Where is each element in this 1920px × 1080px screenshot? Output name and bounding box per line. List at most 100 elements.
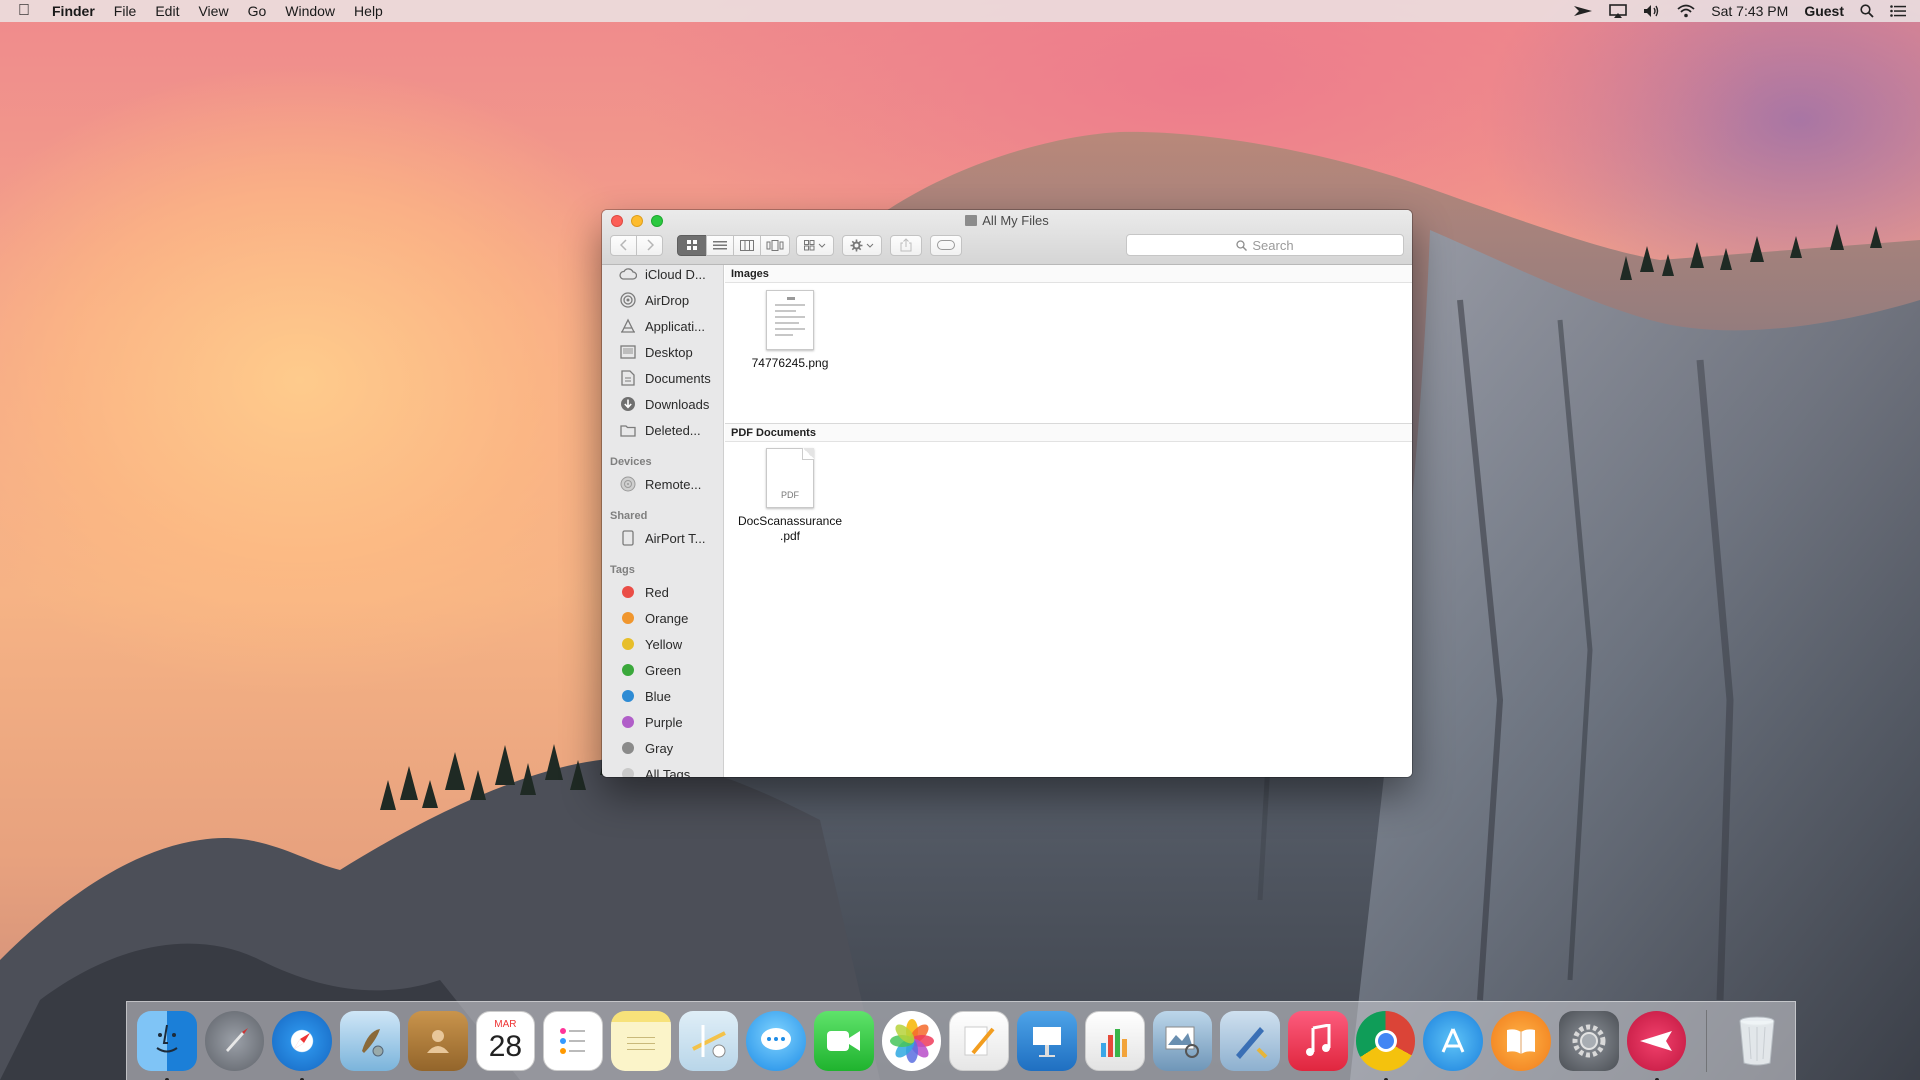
- icon-view-button[interactable]: [677, 234, 707, 256]
- menu-finder[interactable]: Finder: [52, 3, 95, 19]
- pdf-section: PDF Documents PDF DocScanassurance .pdf: [725, 424, 1412, 543]
- desktop-icon: [619, 344, 637, 360]
- sidebar-header-tags[interactable]: Tags: [602, 551, 723, 579]
- sidebar-item-label: iCloud D...: [645, 266, 706, 282]
- dock: MAR 28: [126, 1001, 1796, 1080]
- xcode-tools-icon[interactable]: [1220, 1011, 1281, 1071]
- menu-view[interactable]: View: [198, 3, 228, 19]
- user-menu[interactable]: Guest: [1804, 3, 1844, 19]
- forward-button[interactable]: [636, 234, 663, 256]
- menu-file[interactable]: File: [114, 3, 137, 19]
- images-section: Images 74776245.png: [725, 265, 1412, 424]
- sidebar-item-tag[interactable]: Purple: [602, 709, 723, 735]
- tag-color-dot-icon: [619, 636, 637, 652]
- calendar-day: 28: [488, 1030, 523, 1063]
- back-button[interactable]: [610, 234, 637, 256]
- airplay-icon[interactable]: [1609, 4, 1628, 18]
- pdf-badge: PDF: [781, 490, 799, 500]
- tag-color-dot-icon: [619, 714, 637, 730]
- launchpad-icon[interactable]: [204, 1011, 265, 1071]
- menubar-clock[interactable]: Sat 7:43 PM: [1711, 3, 1788, 19]
- safari-icon[interactable]: [272, 1011, 333, 1080]
- sidebar-item-tag[interactable]: Yellow: [602, 631, 723, 657]
- ibooks-icon[interactable]: [1491, 1011, 1551, 1071]
- notes-icon[interactable]: [610, 1011, 671, 1071]
- finder-icon[interactable]: [137, 1011, 197, 1080]
- coverflow-view-button[interactable]: [760, 234, 790, 256]
- tag-color-dot-icon: [619, 662, 637, 678]
- mail-icon[interactable]: [340, 1011, 400, 1071]
- menu-edit[interactable]: Edit: [155, 3, 179, 19]
- menu-help[interactable]: Help: [354, 3, 383, 19]
- sidebar-item-label: Blue: [645, 688, 672, 704]
- maps-icon[interactable]: [678, 1011, 739, 1071]
- window-titlebar[interactable]: All My Files Search: [602, 210, 1412, 265]
- pages-icon[interactable]: [949, 1011, 1010, 1071]
- menu-go[interactable]: Go: [248, 3, 267, 19]
- sidebar-item-desktop[interactable]: Desktop: [602, 339, 723, 365]
- airdrop-icon: [619, 292, 637, 308]
- wifi-icon[interactable]: [1677, 4, 1695, 18]
- file-item-png[interactable]: 74776245.png: [725, 290, 855, 371]
- itunes-icon[interactable]: [1288, 1011, 1348, 1071]
- sidebar-item-remote-disc[interactable]: Remote...: [602, 471, 723, 497]
- chrome-icon[interactable]: [1355, 1011, 1416, 1080]
- sidebar-item-airdrop[interactable]: AirDrop: [602, 287, 723, 313]
- sidebar-item-airport[interactable]: AirPort T...: [602, 525, 723, 551]
- airport-icon: [619, 530, 637, 546]
- app-store-icon[interactable]: [1423, 1011, 1484, 1071]
- cloud-icon: [619, 266, 637, 282]
- sidebar-item-deleted[interactable]: Deleted...: [602, 417, 723, 443]
- sidebar-item-label: Green: [645, 662, 682, 678]
- teamviewer-icon[interactable]: [1573, 4, 1593, 18]
- column-view-button[interactable]: [733, 234, 761, 256]
- trash-icon[interactable]: [1727, 1011, 1787, 1071]
- calendar-icon[interactable]: MAR 28: [475, 1011, 536, 1071]
- system-preferences-icon[interactable]: [1558, 1011, 1619, 1071]
- pdf-file-icon: PDF: [766, 448, 814, 508]
- coverflow-icon: [766, 239, 784, 251]
- sidebar-item-documents[interactable]: Documents: [602, 365, 723, 391]
- sidebar-item-icloud-drive[interactable]: iCloud D...: [602, 265, 723, 287]
- tag-color-dot-icon: [619, 584, 637, 600]
- list-view-button[interactable]: [706, 234, 734, 256]
- photos-icon[interactable]: [881, 1011, 942, 1071]
- share-button[interactable]: [890, 234, 922, 256]
- spotlight-search-icon[interactable]: [1860, 4, 1874, 18]
- finder-sidebar: iCloud D... AirDrop Applicati... Desktop…: [602, 265, 724, 777]
- apple-menu-icon[interactable]: : [18, 2, 30, 20]
- menu-window[interactable]: Window: [285, 3, 335, 19]
- sidebar-item-tag[interactable]: Red: [602, 579, 723, 605]
- sidebar-item-applications[interactable]: Applicati...: [602, 313, 723, 339]
- tag-color-dot-icon: [619, 766, 637, 777]
- sidebar-item-label: Applicati...: [645, 318, 705, 334]
- sidebar-item-downloads[interactable]: Downloads: [602, 391, 723, 417]
- sidebar-header-shared[interactable]: Shared: [602, 497, 723, 525]
- arrange-button[interactable]: [796, 234, 834, 256]
- volume-icon[interactable]: [1643, 4, 1661, 18]
- numbers-icon[interactable]: [1084, 1011, 1145, 1071]
- search-field[interactable]: Search: [1126, 234, 1404, 256]
- reminders-icon[interactable]: [543, 1011, 603, 1071]
- sidebar-item-tag[interactable]: All Tags...: [602, 761, 723, 777]
- edit-tags-button[interactable]: [930, 234, 962, 256]
- sidebar-item-tag[interactable]: Orange: [602, 605, 723, 631]
- notification-center-icon[interactable]: [1890, 5, 1906, 17]
- keynote-icon[interactable]: [1017, 1011, 1077, 1071]
- sidebar-header-devices[interactable]: Devices: [602, 443, 723, 471]
- contacts-icon[interactable]: [407, 1011, 468, 1071]
- tag-color-dot-icon: [619, 610, 637, 626]
- sidebar-item-tag[interactable]: Green: [602, 657, 723, 683]
- messages-icon[interactable]: [746, 1011, 807, 1071]
- file-item-pdf[interactable]: PDF DocScanassurance .pdf: [725, 448, 855, 544]
- documents-icon: [619, 370, 637, 386]
- chevron-right-icon: [646, 239, 654, 251]
- file-browser-content: Images 74776245.png PDF Documents PDF Do…: [725, 265, 1412, 777]
- preview-icon[interactable]: [1152, 1011, 1213, 1071]
- action-button[interactable]: [842, 234, 882, 256]
- facetime-icon[interactable]: [814, 1011, 874, 1071]
- teamviewer-dock-icon[interactable]: [1626, 1011, 1687, 1080]
- sidebar-item-tag[interactable]: Gray: [602, 735, 723, 761]
- sidebar-item-label: Desktop: [645, 344, 693, 360]
- sidebar-item-tag[interactable]: Blue: [602, 683, 723, 709]
